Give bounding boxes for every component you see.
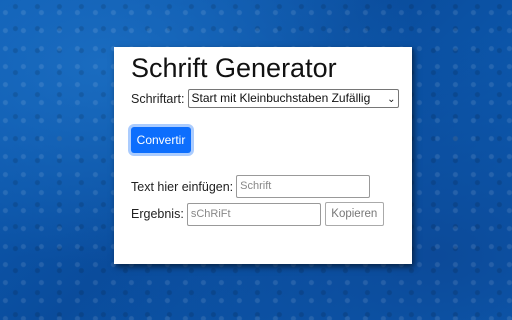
result-field[interactable]: sChRiFt xyxy=(186,202,321,226)
chevron-down-icon: ⌄ xyxy=(387,94,396,105)
result-value: sChRiFt xyxy=(190,207,231,220)
font-label: Schriftart: xyxy=(131,91,185,106)
font-select-value: Start mit Kleinbuchstaben Zufällig xyxy=(191,91,371,105)
text-input-placeholder: Schrift xyxy=(240,180,272,192)
result-label: Ergebnis: xyxy=(131,207,184,221)
text-label: Text hier einfügen: xyxy=(131,179,234,194)
font-select[interactable]: Start mit Kleinbuchstaben Zufällig ⌄ xyxy=(187,89,399,108)
page-title: Schrift Generator xyxy=(131,53,337,83)
copy-button[interactable]: Kopieren xyxy=(324,202,384,226)
font-row: Schriftart: Start mit Kleinbuchstaben Zu… xyxy=(131,89,399,108)
convert-button[interactable]: Convertir xyxy=(131,127,191,153)
text-row: Text hier einfügen: Schrift xyxy=(131,175,371,198)
text-input[interactable]: Schrift xyxy=(236,175,371,198)
generator-panel: Schrift Generator Schriftart: Start mit … xyxy=(114,47,412,264)
result-row: Ergebnis: sChRiFt Kopieren xyxy=(131,202,384,226)
